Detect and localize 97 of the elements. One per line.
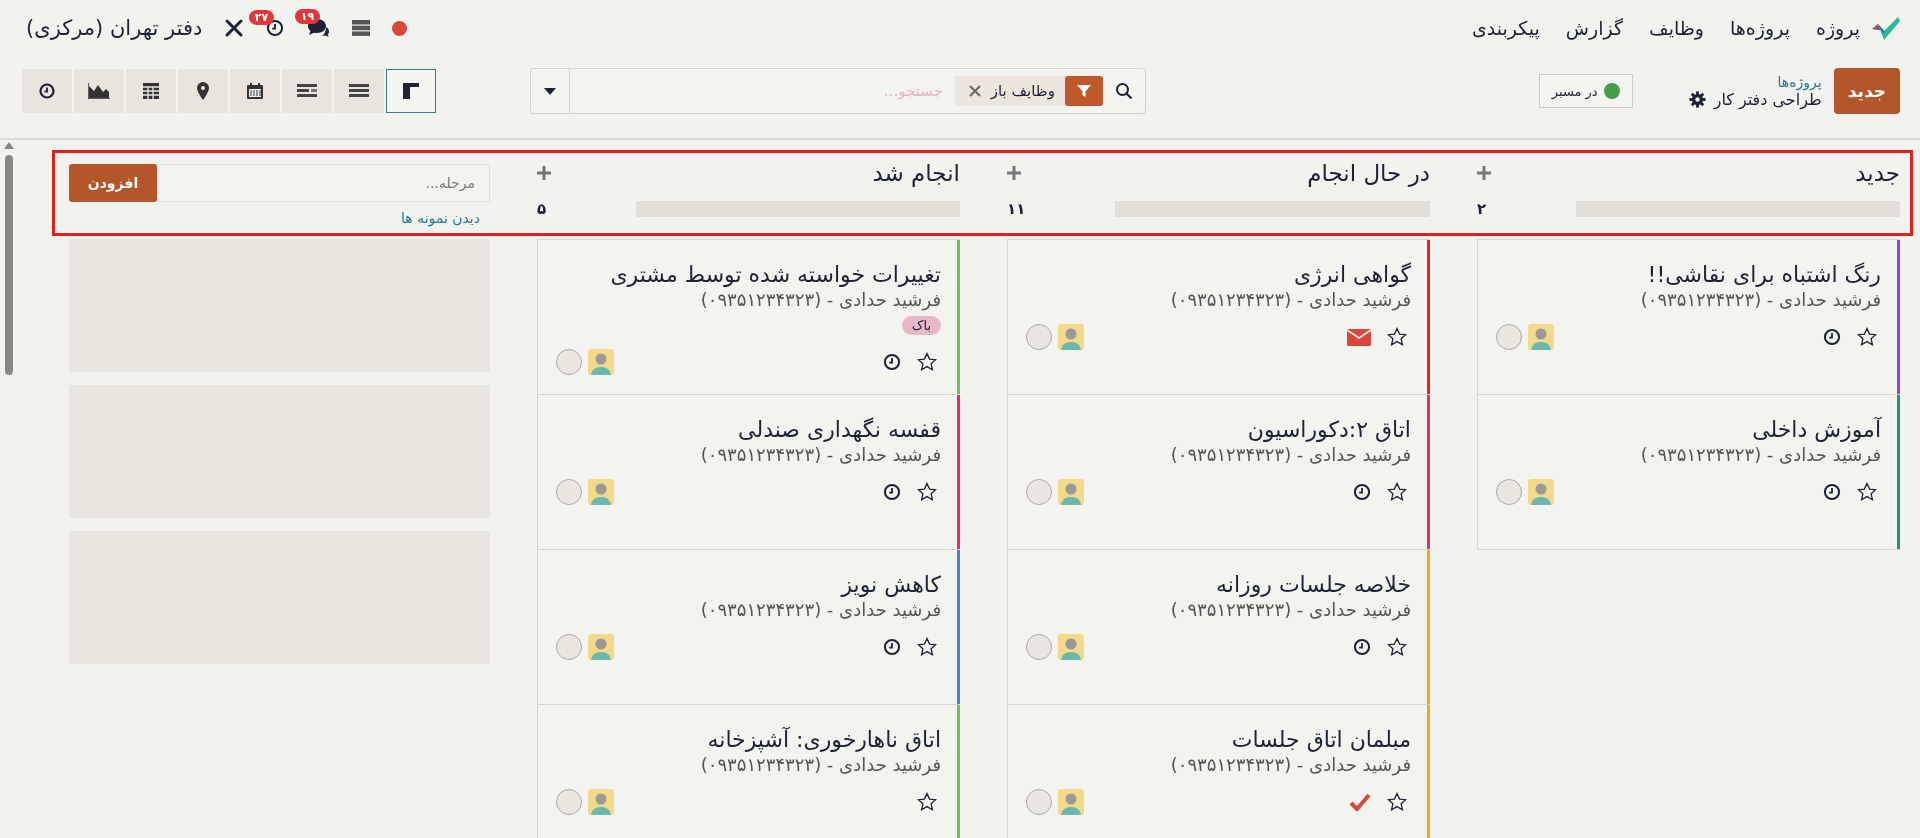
column-title: انجام شد xyxy=(872,160,960,186)
clock-icon[interactable] xyxy=(1353,483,1371,501)
plus-icon[interactable] xyxy=(1477,166,1491,180)
clock-icon[interactable] xyxy=(883,483,901,501)
task-card[interactable]: رنگ اشتباه برای نقاشی!! فرشید حدادی - (۰۹۳۵۱۲۳۴۳۲۳) xyxy=(1477,239,1900,395)
company-name[interactable]: دفتر تهران (مرکزی) xyxy=(26,16,203,40)
star-icon[interactable] xyxy=(917,792,937,812)
column-count: ۲ xyxy=(1477,200,1487,218)
calendar-view-icon xyxy=(246,82,264,100)
card-title: مبلمان اتاق جلسات xyxy=(1230,727,1411,752)
gantt-view-icon xyxy=(297,83,317,99)
star-icon[interactable] xyxy=(1857,482,1877,502)
message-count-badge: ۱۹ xyxy=(294,9,321,24)
task-card[interactable]: مبلمان اتاق جلسات فرشید حدادی - (۰۹۳۵۱۲۳۴۳۲۳) xyxy=(1007,704,1430,838)
search-input[interactable]: جستجو... xyxy=(570,69,955,113)
star-icon[interactable] xyxy=(1387,792,1407,812)
star-icon[interactable] xyxy=(917,352,937,372)
task-card[interactable]: اتاق ناهارخوری: آشپزخانه فرشید حدادی - (۰۹۳۵۱۲۳۴۳۲۳) xyxy=(537,704,960,838)
column-title: در حال انجام xyxy=(1307,160,1430,186)
list-view-icon xyxy=(349,83,369,99)
examples-link[interactable]: دیدن نمونه ها xyxy=(401,210,480,226)
server-icon[interactable] xyxy=(352,20,371,36)
scrollbar[interactable] xyxy=(4,142,14,375)
envelope-icon[interactable] xyxy=(1347,328,1371,346)
card-subtitle: فرشید حدادی - (۰۹۳۵۱۲۳۴۳۲۳) xyxy=(699,289,941,310)
column-count: ۵ xyxy=(537,200,547,218)
menu-item[interactable]: وظایف xyxy=(1649,17,1705,39)
search-field[interactable]: وظایف باز جستجو... xyxy=(530,68,1146,114)
plus-icon[interactable] xyxy=(537,166,551,180)
search-icon[interactable] xyxy=(1115,82,1133,100)
checkmark-logo-icon[interactable] xyxy=(1870,15,1900,41)
clock-icon[interactable] xyxy=(1353,638,1371,656)
star-icon[interactable] xyxy=(1387,482,1407,502)
card-subtitle: فرشید حدادی - (۰۹۳۵۱۲۳۴۳۲۳) xyxy=(1169,754,1411,775)
clock-icon[interactable] xyxy=(883,638,901,656)
arrow-up-icon[interactable] xyxy=(4,142,14,149)
star-icon[interactable] xyxy=(1387,637,1407,657)
card-title: اتاق ناهارخوری: آشپزخانه xyxy=(706,727,941,752)
star-icon[interactable] xyxy=(917,637,937,657)
area-chart-icon xyxy=(88,83,110,99)
card-title: خلاصه جلسات روزانه xyxy=(1215,572,1411,597)
status-label: در مسبر xyxy=(1551,83,1598,99)
stage-name-field[interactable]: مرحله... xyxy=(157,164,490,202)
card-subtitle: فرشید حدادی - (۰۹۳۵۱۲۳۴۳۲۳) xyxy=(1169,444,1411,465)
task-card[interactable]: خلاصه جلسات روزانه فرشید حدادی - (۰۹۳۵۱۲۳۴۳۲۳) xyxy=(1007,549,1430,705)
card-title: تغییرات خواسته شده توسط مشتری xyxy=(609,262,941,287)
settings-icon[interactable] xyxy=(1688,90,1706,108)
clock-icon[interactable] xyxy=(266,19,285,37)
checkmark-icon[interactable] xyxy=(1349,793,1371,811)
star-icon[interactable] xyxy=(917,482,937,502)
add-button[interactable]: افزودن xyxy=(69,164,157,202)
caret-icon xyxy=(544,87,556,95)
app-name[interactable]: پروژه xyxy=(1815,17,1860,39)
card-title: رنگ اشتباه برای نقاشی!! xyxy=(1646,262,1881,287)
menu-item[interactable]: پیکربندی xyxy=(1471,17,1540,39)
card-title: آموزش داخلی xyxy=(1751,417,1881,442)
card-subtitle: فرشید حدادی - (۰۹۳۵۱۲۳۴۳۲۳) xyxy=(1169,599,1411,620)
card-subtitle: فرشید حدادی - (۰۹۳۵۱۲۳۴۳۲۳) xyxy=(699,599,941,620)
task-card[interactable]: گواهی انرژی فرشید حدادی - (۰۹۳۵۱۲۳۴۳۲۳) xyxy=(1007,239,1430,395)
menu-item[interactable]: گزارش xyxy=(1565,17,1623,39)
card-subtitle: فرشید حدادی - (۰۹۳۵۱۲۳۴۳۲۳) xyxy=(699,444,941,465)
clock-icon xyxy=(39,83,55,99)
task-card[interactable]: قفسه نگهداری صندلی فرشید حدادی - (۰۹۳۵۱۲۳۴۳۲۳) xyxy=(537,394,960,550)
task-card[interactable]: آموزش داخلی فرشید حدادی - (۰۹۳۵۱۲۳۴۳۲۳) xyxy=(1477,394,1900,550)
clock-icon[interactable] xyxy=(1823,328,1841,346)
view-switch-button[interactable] xyxy=(386,69,436,113)
tag: باک xyxy=(901,316,941,335)
activity-count-badge: ۲۷ xyxy=(248,10,275,25)
star-icon[interactable] xyxy=(1857,327,1877,347)
task-card[interactable]: کاهش نویز فرشید حدادی - (۰۹۳۵۱۲۳۴۳۲۳) xyxy=(537,549,960,705)
card-subtitle: فرشید حدادی - (۰۹۳۵۱۲۳۴۳۲۳) xyxy=(1639,289,1881,310)
task-card[interactable]: اتاق ۲:دکوراسیون فرشید حدادی - (۰۹۳۵۱۲۳۴۳۲۳) xyxy=(1007,394,1430,550)
status-dot-icon[interactable] xyxy=(392,20,408,36)
create-button[interactable]: جدید xyxy=(1833,68,1900,114)
breadcrumb-link[interactable]: پروژه‌ها xyxy=(1688,73,1822,90)
card-title: گواهی انرژی xyxy=(1292,262,1411,287)
column-count: ۱۱ xyxy=(1007,200,1026,218)
card-title: اتاق ۲:دکوراسیون xyxy=(1246,417,1411,442)
card-subtitle: فرشید حدادی - (۰۹۳۵۱۲۳۴۳۲۳) xyxy=(699,754,941,775)
task-card[interactable]: تغییرات خواسته شده توسط مشتری فرشید حدادی - (۰۹۳۵۱۲۳۴۳۲۳) باک xyxy=(537,239,960,395)
facet-label: وظایف باز xyxy=(990,82,1055,100)
card-subtitle: فرشید حدادی - (۰۹۳۵۱۲۳۴۳۲۳) xyxy=(1639,444,1881,465)
clock-icon[interactable] xyxy=(1823,483,1841,501)
card-subtitle: فرشید حدادی - (۰۹۳۵۱۲۳۴۳۲۳) xyxy=(1169,289,1411,310)
plus-icon[interactable] xyxy=(1007,166,1021,180)
filter-icon xyxy=(1065,76,1103,106)
clock-icon[interactable] xyxy=(883,353,901,371)
menu-item[interactable]: پروژه‌ها xyxy=(1730,17,1790,39)
close-icon[interactable] xyxy=(968,85,981,97)
table-grid-icon xyxy=(142,82,160,100)
status-toggle[interactable]: در مسبر xyxy=(1538,74,1633,108)
kanban-view-icon xyxy=(402,82,420,100)
card-title: قفسه نگهداری صندلی xyxy=(737,417,941,442)
star-icon[interactable] xyxy=(1387,327,1407,347)
map-pin-icon xyxy=(197,82,209,100)
column-title: جدید xyxy=(1855,160,1900,186)
card-title: کاهش نویز xyxy=(839,572,941,597)
